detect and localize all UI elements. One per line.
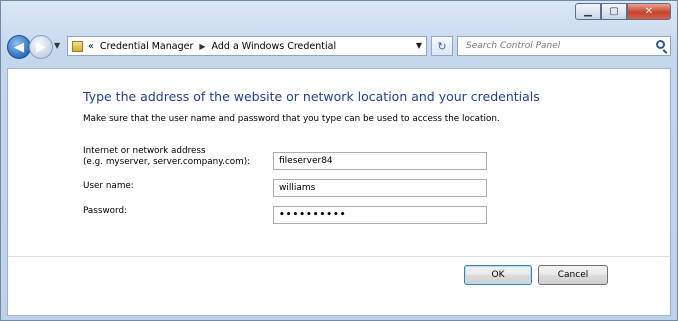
search-icon[interactable] (656, 40, 665, 49)
window-frame: ▁ ▢ ✕ ◀ ▶ ▼ « Credential Manager ▶ Add a… (0, 0, 678, 321)
recent-pages-dropdown-icon[interactable]: ▼ (54, 41, 60, 50)
breadcrumb-overflow[interactable]: « (88, 41, 94, 52)
divider (8, 256, 670, 257)
password-input[interactable] (273, 206, 487, 224)
breadcrumb-credential-manager[interactable]: Credential Manager (100, 41, 194, 52)
search-input[interactable] (466, 41, 636, 51)
network-address-input[interactable] (273, 152, 487, 170)
control-panel-icon (72, 40, 83, 52)
username-input[interactable] (273, 179, 487, 197)
instruction-text: Make sure that the user name and passwor… (83, 114, 500, 124)
navigation-bar: ◀ ▶ ▼ « Credential Manager ▶ Add a Windo… (7, 33, 673, 61)
password-label: Password: (83, 206, 128, 216)
refresh-button[interactable]: ↻ (431, 36, 453, 56)
search-box[interactable] (457, 36, 671, 56)
forward-button[interactable]: ▶ (29, 35, 53, 59)
maximize-button[interactable]: ▢ (601, 3, 627, 20)
breadcrumb-add-windows-credential[interactable]: Add a Windows Credential (212, 41, 337, 52)
close-button[interactable]: ✕ (627, 3, 671, 20)
minimize-button[interactable]: ▁ (575, 3, 601, 20)
ok-button[interactable]: OK (464, 265, 532, 285)
username-label: User name: (83, 181, 134, 191)
address-label-line2: (e.g. myserver, server.company.com): (83, 157, 251, 167)
breadcrumb-separator-icon[interactable]: ▶ (199, 42, 205, 51)
cancel-button[interactable]: Cancel (538, 265, 608, 285)
address-bar[interactable]: « Credential Manager ▶ Add a Windows Cre… (67, 36, 427, 56)
back-button[interactable]: ◀ (7, 35, 31, 59)
address-label: Internet or network address (e.g. myserv… (83, 146, 250, 168)
address-label-line1: Internet or network address (83, 146, 206, 156)
page-title: Type the address of the website or netwo… (83, 89, 540, 104)
content-pane: Type the address of the website or netwo… (7, 68, 671, 316)
address-dropdown-icon[interactable]: ▼ (416, 41, 422, 50)
caption-buttons: ▁ ▢ ✕ (575, 3, 671, 20)
